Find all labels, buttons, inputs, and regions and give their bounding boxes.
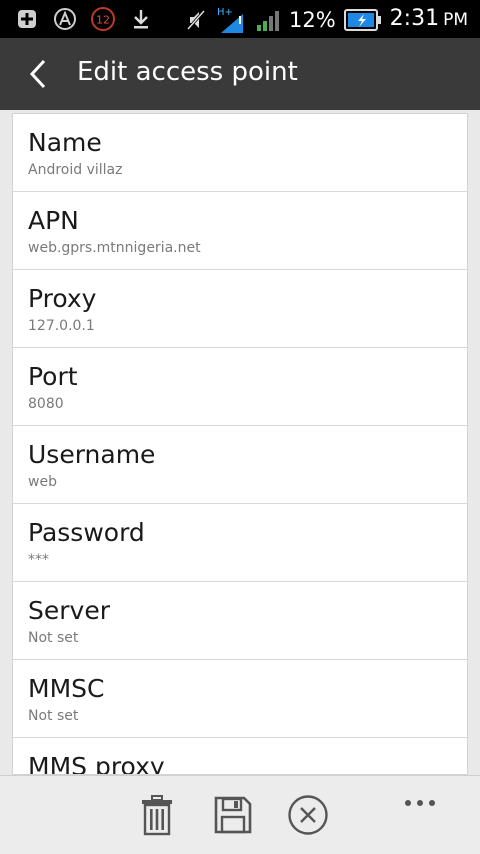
field-value: web (28, 474, 57, 490)
overflow-menu-button[interactable] (397, 778, 443, 824)
app-logo-icon (52, 6, 78, 32)
field-name[interactable]: Name Android villaz (13, 114, 467, 192)
add-box-icon (14, 6, 40, 32)
clock-ampm: PM (443, 10, 468, 30)
mute-icon (183, 7, 209, 33)
field-mmsc[interactable]: MMSC Not set (13, 660, 467, 738)
clock: 2:31 PM (390, 4, 468, 35)
network-type-label: H+ (217, 7, 233, 18)
trash-icon (142, 795, 172, 836)
status-bar: 12 H+ 12% 2:31 PM (0, 0, 480, 38)
access-point-field-list: Name Android villaz APN web.gprs.mtnnige… (12, 113, 468, 775)
signal-h-plus-icon: H+ (217, 7, 247, 33)
field-username[interactable]: Username web (13, 426, 467, 504)
notification-badge-count: 12 (96, 14, 110, 27)
cancel-button[interactable] (285, 792, 331, 838)
save-button[interactable] (210, 792, 256, 838)
field-title: APN (28, 206, 79, 235)
field-password[interactable]: Password *** (13, 504, 467, 582)
page-title: Edit access point (77, 57, 298, 87)
field-value: web.gprs.mtnnigeria.net (28, 240, 201, 256)
overflow-menu-icon (405, 800, 435, 806)
battery-percent: 12% (288, 7, 336, 32)
field-title: Proxy (28, 284, 97, 313)
field-title: Port (28, 362, 78, 391)
notification-badge-icon: 12 (90, 6, 116, 32)
save-icon (214, 796, 252, 834)
field-value: Not set (28, 630, 79, 646)
back-button[interactable] (16, 52, 60, 96)
clock-time: 2:31 (389, 6, 440, 31)
download-icon (128, 6, 154, 32)
field-value: Not set (28, 708, 79, 724)
signal-bars-icon (255, 7, 281, 33)
field-title: MMS proxy (28, 752, 165, 775)
delete-button[interactable] (134, 792, 180, 838)
chevron-left-icon (29, 59, 46, 89)
cancel-icon (288, 795, 328, 835)
field-value: Android villaz (28, 162, 123, 178)
field-title: MMSC (28, 674, 105, 703)
battery-charging-icon (343, 7, 382, 33)
field-proxy[interactable]: Proxy 127.0.0.1 (13, 270, 467, 348)
field-mms-proxy[interactable]: MMS proxy (13, 738, 467, 775)
bottom-toolbar (0, 775, 480, 854)
field-title: Username (28, 440, 156, 469)
field-server[interactable]: Server Not set (13, 582, 467, 660)
field-title: Password (28, 518, 145, 547)
field-title: Name (28, 128, 102, 157)
field-apn[interactable]: APN web.gprs.mtnnigeria.net (13, 192, 467, 270)
action-bar: Edit access point (0, 38, 480, 110)
field-value: 127.0.0.1 (28, 318, 95, 334)
field-value: 8080 (28, 396, 64, 412)
field-port[interactable]: Port 8080 (13, 348, 467, 426)
field-title: Server (28, 596, 110, 625)
field-value: *** (28, 552, 49, 568)
